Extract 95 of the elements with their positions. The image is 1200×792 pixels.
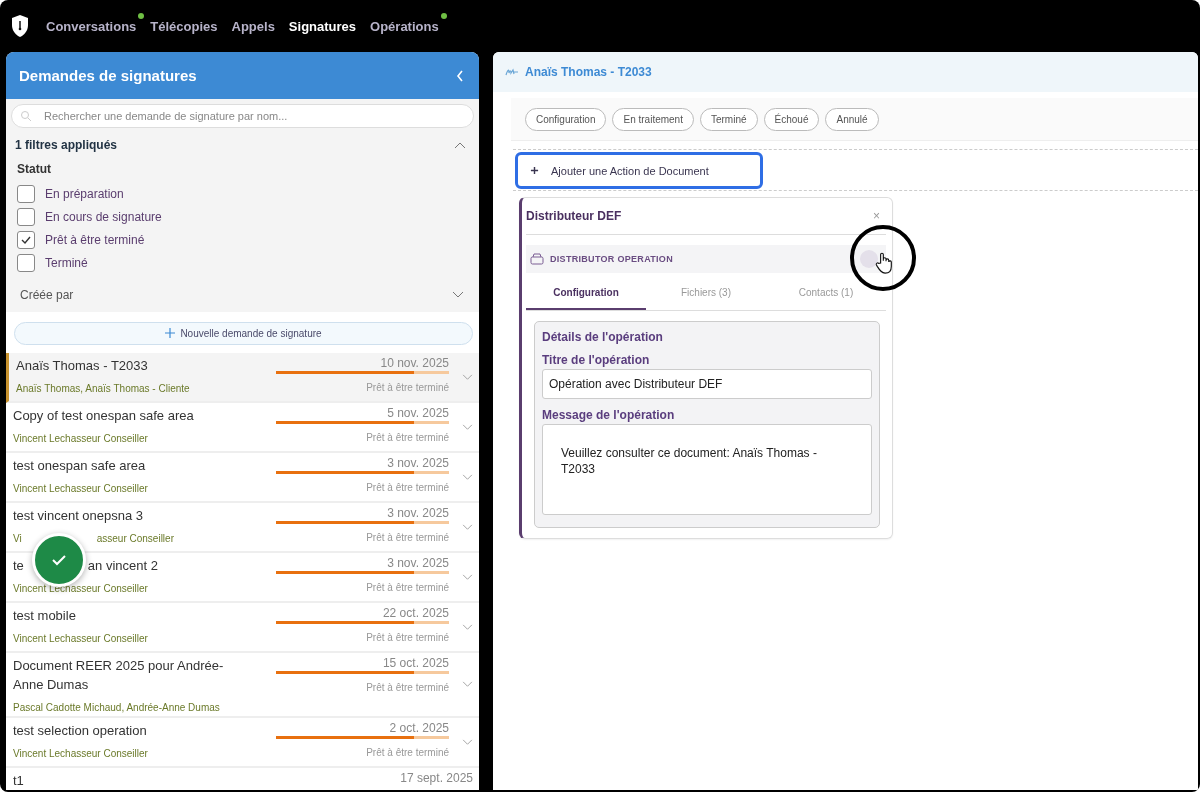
request-title: test mobile	[13, 607, 76, 625]
request-date: 3 nov. 2025	[387, 556, 449, 570]
request-row[interactable]: Anaïs Thomas - T2033 Anaïs Thomas, Anaïs Thomas - Cliente 10 nov. 2025 Prêt à être terminé	[6, 353, 479, 403]
chevron-icon[interactable]	[462, 623, 473, 631]
nav-tab[interactable]: Appels	[231, 19, 275, 34]
request-title: Document REER 2025 pour Andrée-Anne Dumas	[13, 657, 225, 694]
chevron-icon[interactable]	[462, 681, 473, 688]
request-participants: Vi	[13, 533, 22, 544]
shield-logo-icon	[10, 13, 30, 39]
request-status: Prêt à être terminé	[366, 382, 449, 393]
request-participants: Pascal Cadotte Michaud, Andrée-Anne Dumas	[13, 702, 220, 713]
checkbox[interactable]	[17, 207, 35, 226]
request-status: Prêt à être terminé	[366, 432, 449, 443]
chevron-icon[interactable]	[462, 573, 473, 581]
field-label: Message de l'opération	[542, 408, 676, 422]
request-date: 17 sept. 2025	[400, 771, 473, 785]
request-row[interactable]: test onespan safe area Vincent Lechasseur Conseiller 3 nov. 2025 Prêt à être terminé	[6, 453, 479, 503]
request-participants: Vincent Lechasseur Conseiller	[13, 633, 148, 644]
request-date: 3 nov. 2025	[387, 506, 449, 520]
chevron-icon[interactable]	[452, 291, 464, 299]
signature-icon	[505, 67, 519, 77]
chevron-icon[interactable]	[462, 423, 473, 431]
request-status: Prêt à être terminé	[366, 682, 449, 693]
request-title: an vincent 2	[87, 557, 158, 575]
request-participants: asseur Conseiller	[96, 533, 174, 544]
card-tab[interactable]: Configuration	[526, 277, 646, 310]
request-participants: Vincent Lechasseur Conseiller	[13, 748, 148, 759]
section-title: DISTRIBUTOR OPERATION	[550, 254, 673, 264]
group-title: Détails de l'opération	[542, 330, 664, 344]
status-filter-chip[interactable]: Terminé	[699, 107, 758, 131]
request-row[interactable]: test selection operation Vincent Lechasseur Conseiller 2 oct. 2025 Prêt à être terminé	[6, 718, 479, 768]
filters-summary: 1 filtres appliqués	[15, 138, 118, 152]
box-icon	[530, 253, 544, 265]
nav-tab[interactable]: Signatures	[288, 19, 357, 34]
plus-icon	[530, 165, 539, 175]
request-row[interactable]: test mobile Vincent Lechasseur Conseiller 22 oct. 2025 Prêt à être terminé	[6, 603, 479, 653]
chevron-icon[interactable]	[462, 373, 473, 381]
chevron-icon[interactable]	[454, 141, 466, 149]
status-filter-chip[interactable]: Annulé	[825, 107, 879, 131]
filter-label: Statut	[16, 161, 52, 178]
status-filter-chip[interactable]: Configuration	[525, 107, 607, 131]
request-status: Prêt à être terminé	[366, 532, 449, 543]
request-date: 3 nov. 2025	[387, 456, 449, 470]
message-text-area[interactable]: Veuillez consulter ce document: Anaïs Thomas - T2033	[542, 424, 872, 515]
plus-icon	[165, 328, 176, 338]
request-participants: Vincent Lechasseur Conseiller	[13, 583, 148, 594]
new-request-button[interactable]: Nouvelle demande de signature	[14, 322, 473, 345]
nav-tab[interactable]: Opérations	[370, 19, 439, 34]
field-label: Titre de l'opération	[542, 353, 651, 367]
request-status: Prêt à être terminé	[366, 482, 449, 493]
chevron-icon[interactable]	[462, 473, 473, 481]
request-participants: Vincent Lechasseur Conseiller	[13, 433, 148, 444]
request-participants: Anaïs Thomas, Anaïs Thomas - Cliente	[16, 383, 190, 394]
request-participants: Vincent Lechasseur Conseiller	[13, 483, 148, 494]
request-title: test vincent onepsna 3	[13, 507, 144, 525]
checkbox[interactable]	[17, 184, 35, 203]
request-date: 10 nov. 2025	[380, 356, 449, 370]
collapse-button[interactable]	[860, 250, 878, 268]
request-status: Prêt à être terminé	[366, 747, 449, 758]
title-input-field[interactable]: Opération avec Distributeur DEF	[542, 369, 872, 399]
request-row[interactable]: Document REER 2025 pour Andrée-Anne Dumas Pascal Cadotte Michaud, Andrée-Anne Dumas 15 oct. 2025 Prêt à être terminé	[6, 653, 479, 718]
search-field[interactable]: Rechercher une demande de signature par nom...	[11, 104, 474, 128]
request-date: 22 oct. 2025	[382, 606, 449, 620]
checkbox-label: En cours de signature	[45, 209, 162, 224]
filter-label: Créée par	[20, 288, 74, 302]
request-date: 2 oct. 2025	[389, 721, 449, 735]
add-action-button[interactable]: Ajouter une Action de Document	[515, 152, 763, 189]
request-title: te	[13, 557, 24, 575]
request-title: Anaïs Thomas - T2033	[16, 357, 148, 375]
request-title: test onespan safe area	[13, 457, 146, 475]
checkbox-label: Terminé	[45, 255, 88, 270]
chevron-icon[interactable]	[462, 523, 473, 531]
nav-tab[interactable]: Télécopies	[150, 19, 218, 34]
card-title: Distributeur DEF	[526, 209, 622, 223]
nav-tab[interactable]: Conversations	[46, 19, 137, 34]
request-date: 15 oct. 2025	[382, 656, 449, 670]
collapse-chevron-icon[interactable]	[455, 68, 465, 83]
checkbox-label: En préparation	[45, 186, 124, 201]
request-status: Prêt à être terminé	[366, 582, 449, 593]
status-filter-chip[interactable]: En traitement	[612, 107, 694, 131]
request-row[interactable]: Copy of test onespan safe area Vincent Lechasseur Conseiller 5 nov. 2025 Prêt à être terminé	[6, 403, 479, 453]
request-row[interactable]: t1 17 sept. 2025	[6, 768, 479, 790]
detail-title: Anaïs Thomas - T2033	[525, 65, 652, 79]
request-title: test selection operation	[13, 722, 147, 740]
status-filter-chip[interactable]: Échoué	[763, 107, 820, 131]
request-title: Copy of test onespan safe area	[13, 407, 194, 425]
checkbox-label: Prêt à être terminé	[45, 232, 145, 247]
search-icon	[20, 110, 32, 122]
sidebar-title: Demandes de signatures	[19, 67, 197, 84]
checkbox[interactable]	[17, 253, 35, 272]
chevron-icon[interactable]	[462, 738, 473, 746]
request-status: Prêt à être terminé	[366, 632, 449, 643]
request-title: t1	[13, 772, 24, 790]
checkbox[interactable]	[17, 230, 35, 249]
request-date: 5 nov. 2025	[387, 406, 449, 420]
